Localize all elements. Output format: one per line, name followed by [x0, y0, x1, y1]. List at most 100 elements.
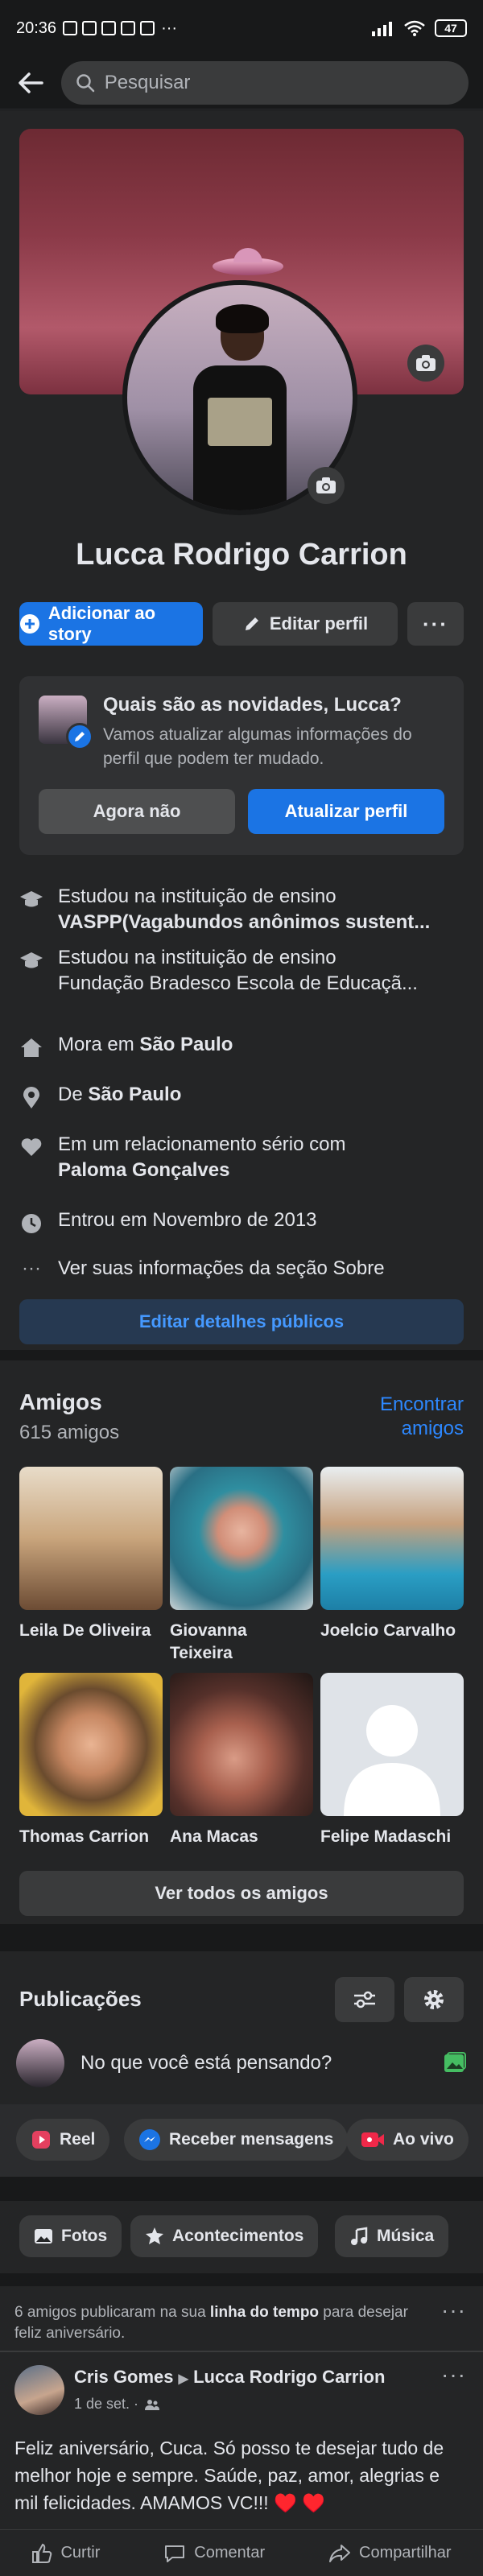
info-education-1[interactable]: Estudou na instituição de ensino VASPP(V… [19, 884, 470, 935]
relationship-partner[interactable]: Paloma Gonçalves [58, 1158, 345, 1183]
notice-more-button[interactable]: ··· [441, 2297, 466, 2323]
more-dots-icon: ··· [22, 1257, 41, 1279]
cover-ufo-graphic [213, 248, 283, 275]
info-education-1-school[interactable]: VASPP(Vagabundos anônimos sustent... [58, 910, 430, 935]
lives-in-prefix: Mora em [58, 1034, 140, 1055]
update-profile-button[interactable]: Atualizar perfil [248, 789, 444, 834]
thumbs-up-icon [32, 2543, 52, 2563]
status-time: 20:36 [16, 19, 57, 37]
music-label: Música [377, 2227, 435, 2245]
friend-card[interactable]: Giovanna Teixeira [170, 1467, 313, 1665]
friend-card[interactable]: Thomas Carrion [19, 1673, 163, 1848]
like-label: Curtir [60, 2544, 101, 2562]
post-header: Cris Gomes ▶ Lucca Rodrigo Carrion [74, 2367, 385, 2388]
timeline-link[interactable]: linha do tempo [210, 2304, 319, 2321]
find-friends-link[interactable]: Encontrar amigos [351, 1393, 464, 1441]
post-actions: Curtir Comentar Compartilhar [0, 2529, 483, 2576]
friends-title: Amigos [19, 1389, 102, 1414]
info-joined: Entrou em Novembro de 2013 [19, 1208, 470, 1235]
info-see-about[interactable]: ··· Ver suas informações da seção Sobre [19, 1256, 470, 1282]
not-now-button[interactable]: Agora não [39, 789, 235, 834]
music-chip[interactable]: Música [335, 2215, 449, 2257]
edit-profile-button[interactable]: Editar perfil [213, 602, 398, 646]
comment-button[interactable]: Comentar [163, 2543, 265, 2564]
lives-in-city[interactable]: São Paulo [139, 1034, 233, 1055]
plus-circle-icon [20, 614, 39, 634]
pencil-icon [245, 617, 258, 630]
info-lives-in[interactable]: Mora em São Paulo [19, 1032, 470, 1058]
post-more-button[interactable]: ··· [441, 2362, 466, 2388]
friend-photo [19, 1673, 163, 1816]
info-education-2-prefix: Estudou na instituição de ensino [58, 947, 336, 968]
comment-label: Comentar [194, 2544, 266, 2562]
friend-photo [320, 1467, 464, 1610]
clock-icon [19, 1208, 43, 1235]
info-relationship[interactable]: Em um relacionamento sério com Paloma Go… [19, 1132, 470, 1183]
more-options-button[interactable]: ··· [407, 602, 464, 646]
life-events-chip[interactable]: Acontecimentos [130, 2215, 319, 2257]
back-button[interactable] [14, 67, 47, 99]
photos-chip[interactable]: Fotos [19, 2215, 122, 2257]
arrow-left-icon [19, 72, 43, 93]
info-from[interactable]: De São Paulo [19, 1082, 470, 1109]
music-note-icon [351, 2227, 368, 2245]
info-education-2-school[interactable]: Fundação Bradesco Escola de Educaçã... [58, 971, 418, 997]
friend-card[interactable]: Joelcio Carvalho [320, 1467, 464, 1642]
see-all-friends-button[interactable]: Ver todos os amigos [19, 1871, 464, 1916]
friend-card[interactable]: Felipe Madaschi [320, 1673, 464, 1848]
composer-avatar [16, 2039, 64, 2087]
edit-public-details-button[interactable]: Editar detalhes públicos [19, 1299, 464, 1344]
post-composer[interactable]: No que você está pensando? [0, 2035, 483, 2091]
post-target[interactable]: Lucca Rodrigo Carrion [193, 2367, 385, 2387]
settings-button[interactable] [404, 1977, 464, 2022]
profile-camera-button[interactable] [308, 467, 345, 504]
friend-name: Ana Macas [170, 1827, 258, 1846]
friends-count: 615 amigos [19, 1422, 120, 1443]
receive-messages-label: Receber mensagens [169, 2130, 334, 2149]
heart-icon [19, 1132, 43, 1183]
friend-name: Giovanna Teixeira [170, 1621, 247, 1662]
share-button[interactable]: Compartilhar [328, 2543, 452, 2564]
notice-divider [0, 2351, 483, 2352]
status-bar: 20:36 ··· 47 [0, 0, 483, 56]
reel-chip[interactable]: Reel [16, 2119, 110, 2161]
top-bar: Pesquisar [0, 56, 483, 109]
life-events-label: Acontecimentos [172, 2227, 304, 2245]
prompt-title: Quais são as novidades, Lucca? [103, 694, 402, 716]
search-icon [76, 73, 94, 92]
from-city[interactable]: São Paulo [88, 1084, 181, 1105]
friend-photo [320, 1673, 464, 1816]
friend-card[interactable]: Ana Macas [170, 1673, 313, 1848]
publications-title: Publicações [19, 1987, 142, 2011]
post-author[interactable]: Cris Gomes [74, 2367, 174, 2387]
person-silhouette [193, 304, 287, 510]
more-dots-icon: ··· [423, 611, 448, 636]
info-education-2[interactable]: Estudou na instituição de ensino Fundaçã… [19, 945, 470, 997]
arrow-right-icon: ▶ [178, 2372, 188, 2386]
post-date[interactable]: 1 de set. · [74, 2396, 138, 2413]
like-button[interactable]: Curtir [31, 2543, 100, 2564]
house-icon [19, 1032, 43, 1058]
friend-name: Felipe Madaschi [320, 1827, 452, 1846]
add-story-button[interactable]: Adicionar ao story [19, 602, 203, 646]
birthday-notice-pre: 6 amigos publicaram na sua [14, 2304, 210, 2321]
post-author-avatar[interactable] [14, 2365, 64, 2415]
photo-icon[interactable] [443, 2051, 467, 2075]
camera-icon [316, 477, 336, 493]
friend-name: Thomas Carrion [19, 1827, 150, 1846]
more-notifications-icon: ··· [161, 19, 178, 37]
live-chip[interactable]: Ao vivo [346, 2119, 469, 2161]
cover-camera-button[interactable] [407, 345, 444, 382]
filter-button[interactable] [335, 1977, 394, 2022]
friend-card[interactable]: Leila De Oliveira [19, 1467, 163, 1642]
see-about-text: Ver suas informações da seção Sobre [58, 1257, 385, 1279]
search-input[interactable]: Pesquisar [60, 60, 469, 105]
composer-placeholder: No que você está pensando? [80, 2052, 332, 2074]
search-placeholder: Pesquisar [104, 71, 191, 93]
reel-label: Reel [60, 2130, 96, 2149]
prompt-subtitle: Vamos atualizar algumas informações do p… [103, 725, 412, 768]
receive-messages-chip[interactable]: Receber mensagens [124, 2119, 349, 2161]
default-avatar-icon [344, 1705, 440, 1816]
friend-name: Leila De Oliveira [19, 1621, 151, 1640]
location-pin-icon [19, 1082, 43, 1109]
